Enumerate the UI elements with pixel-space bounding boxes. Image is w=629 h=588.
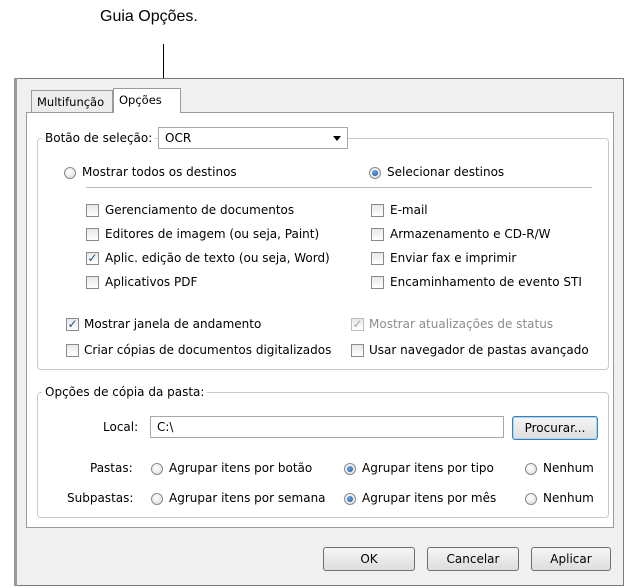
local-path-input[interactable]: C:\ bbox=[150, 416, 504, 438]
show-progress-checkbox[interactable]: ✓ bbox=[66, 318, 79, 331]
show-all-destinations-label: Mostrar todos os destinos bbox=[82, 165, 237, 179]
storage-cdrw-label: Armazenamento e CD-R/W bbox=[390, 227, 551, 241]
storage-cdrw-checkbox[interactable] bbox=[371, 228, 384, 241]
folders-by-type-radio[interactable] bbox=[344, 463, 356, 475]
pdf-apps-label: Aplicativos PDF bbox=[105, 275, 198, 289]
local-path-value: C:\ bbox=[157, 420, 174, 434]
apply-button[interactable]: Aplicar bbox=[531, 547, 611, 571]
advanced-browser-checkbox[interactable] bbox=[351, 344, 364, 357]
browse-button[interactable]: Procurar... bbox=[512, 416, 598, 440]
subfolders-none-label: Nenhum bbox=[543, 491, 594, 505]
callout-text: Guia Opções. bbox=[100, 8, 198, 25]
show-status-updates-label: Mostrar atualizações de status bbox=[369, 317, 554, 331]
subfolders-label: Subpastas: bbox=[67, 491, 134, 505]
chevron-down-icon bbox=[333, 136, 341, 141]
subfolders-none-radio[interactable] bbox=[525, 493, 537, 505]
ok-button[interactable]: OK bbox=[323, 547, 415, 571]
image-editors-label: Editores de imagem (ou seja, Paint) bbox=[105, 227, 320, 241]
destinations-separator bbox=[86, 187, 592, 188]
text-editing-apps-checkbox[interactable]: ✓ bbox=[86, 252, 99, 265]
folders-by-type-label: Agrupar itens por tipo bbox=[362, 461, 494, 475]
document-management-label: Gerenciamento de documentos bbox=[105, 203, 295, 217]
document-management-checkbox[interactable] bbox=[86, 204, 99, 217]
email-checkbox[interactable] bbox=[371, 204, 384, 217]
tab-multifuncao[interactable]: Multifunção bbox=[31, 90, 113, 112]
selection-dropdown[interactable]: OCR bbox=[158, 127, 348, 149]
folders-by-button-label: Agrupar itens por botão bbox=[169, 461, 313, 475]
show-all-destinations-radio[interactable] bbox=[64, 167, 76, 179]
folders-none-radio[interactable] bbox=[525, 463, 537, 475]
subfolders-by-week-radio[interactable] bbox=[151, 493, 163, 505]
show-status-updates-checkbox: ✓ bbox=[351, 317, 364, 331]
select-destinations-label: Selecionar destinos bbox=[387, 165, 505, 179]
text-editing-apps-label: Aplic. edição de texto (ou seja, Word) bbox=[105, 251, 330, 265]
pdf-apps-checkbox[interactable] bbox=[86, 276, 99, 289]
advanced-browser-label: Usar navegador de pastas avançado bbox=[369, 343, 589, 357]
select-destinations-radio[interactable] bbox=[369, 167, 381, 179]
show-progress-label: Mostrar janela de andamento bbox=[84, 317, 262, 331]
folders-by-button-radio[interactable] bbox=[151, 463, 163, 475]
dialog-left-edge bbox=[14, 78, 17, 586]
cancel-button[interactable]: Cancelar bbox=[427, 547, 519, 571]
subfolders-by-month-label: Agrupar itens por mês bbox=[362, 491, 497, 505]
fax-print-label: Enviar fax e imprimir bbox=[390, 251, 517, 265]
create-copies-checkbox[interactable] bbox=[66, 344, 79, 357]
folders-label: Pastas: bbox=[90, 461, 133, 475]
image-editors-checkbox[interactable] bbox=[86, 228, 99, 241]
fax-print-checkbox[interactable] bbox=[371, 252, 384, 265]
local-label: Local: bbox=[103, 420, 139, 434]
subfolders-by-week-label: Agrupar itens por semana bbox=[169, 491, 326, 505]
create-copies-label: Criar cópias de documentos digitalizados bbox=[84, 343, 332, 357]
sti-forwarding-checkbox[interactable] bbox=[371, 276, 384, 289]
subfolders-by-month-radio[interactable] bbox=[344, 493, 356, 505]
email-label: E-mail bbox=[390, 203, 428, 217]
selection-value: OCR bbox=[165, 131, 192, 145]
folder-copy-legend: Opções de cópia da pasta: bbox=[42, 385, 208, 399]
folders-none-label: Nenhum bbox=[543, 461, 594, 475]
selection-label: Botão de seleção: bbox=[42, 131, 156, 145]
sti-forwarding-label: Encaminhamento de evento STI bbox=[390, 275, 582, 289]
tab-opcoes[interactable]: Opções bbox=[113, 88, 181, 113]
